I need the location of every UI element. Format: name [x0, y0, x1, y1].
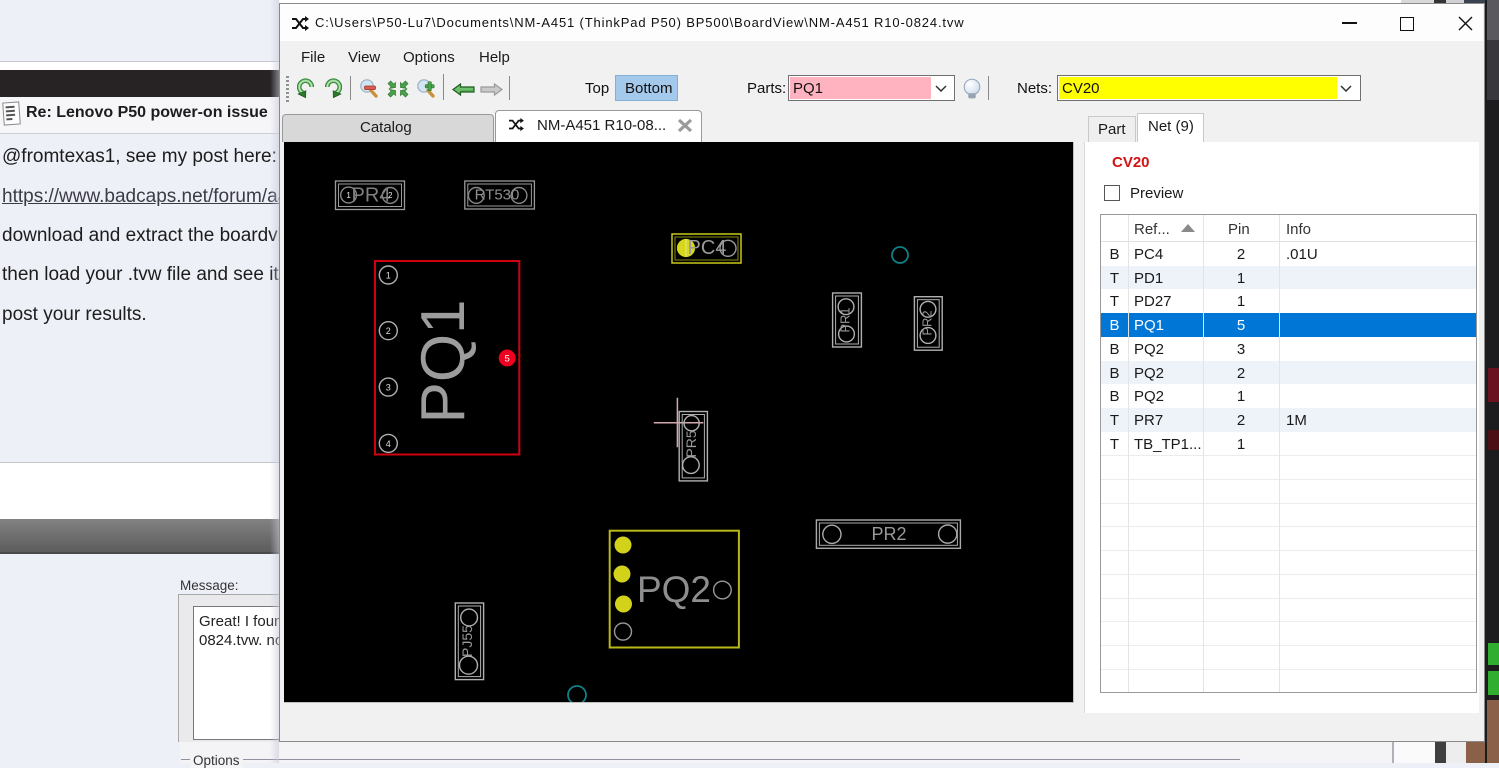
svg-text:PC4: PC4	[688, 237, 727, 259]
svg-text:PQ1: PQ1	[409, 299, 478, 423]
svg-text:PR4: PR4	[352, 184, 391, 206]
svg-text:1: 1	[346, 191, 351, 200]
svg-text:PR2: PR2	[919, 310, 934, 335]
svg-text:PQ2: PQ2	[637, 569, 711, 610]
svg-text:3: 3	[386, 382, 391, 392]
svg-text:PR1: PR1	[837, 307, 852, 332]
svg-text:5: 5	[505, 354, 510, 365]
svg-text:PR2: PR2	[871, 524, 906, 544]
svg-text:RT530: RT530	[475, 186, 520, 203]
svg-text:PJ55: PJ55	[459, 625, 475, 657]
svg-text:2: 2	[388, 191, 393, 200]
svg-text:2: 2	[386, 326, 391, 336]
svg-text:PR5: PR5	[683, 430, 699, 457]
svg-text:4: 4	[386, 439, 391, 449]
svg-text:1: 1	[386, 270, 391, 280]
